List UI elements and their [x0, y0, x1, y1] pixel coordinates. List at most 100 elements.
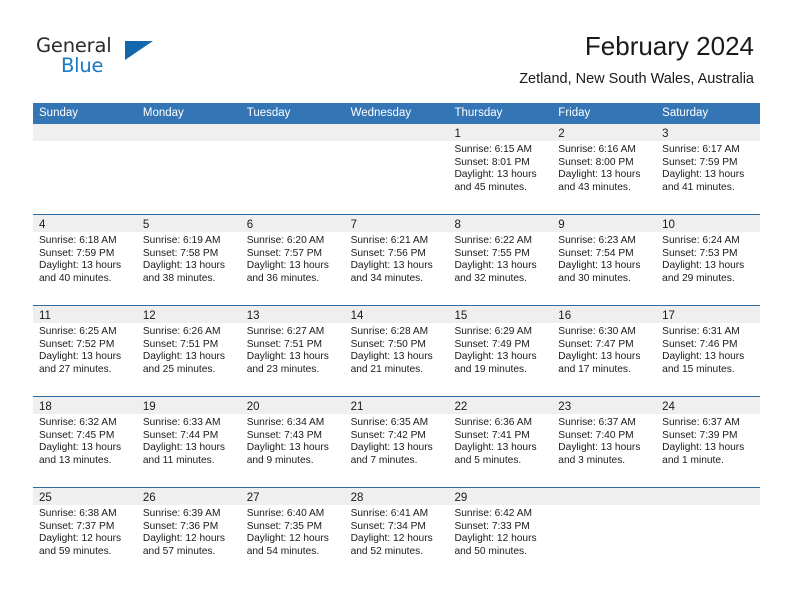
sunset-text: Sunset: 7:41 PM	[454, 429, 530, 441]
sunrise-text: Sunrise: 6:42 AM	[454, 508, 533, 519]
daylight-text-line2: and 50 minutes.	[454, 545, 527, 557]
day-cell[interactable]: 7 Sunrise: 6:21 AM Sunset: 7:56 PM Dayli…	[344, 215, 449, 305]
day-cell[interactable]: 24 Sunrise: 6:37 AM Sunset: 7:39 PM Dayl…	[656, 397, 761, 487]
daylight-text-line1: Daylight: 13 hours	[454, 351, 537, 363]
day-number-band: 27	[240, 488, 345, 505]
sunset-text: Sunset: 7:42 PM	[350, 429, 426, 441]
day-cell[interactable]: 27 Sunrise: 6:40 AM Sunset: 7:35 PM Dayl…	[240, 488, 345, 578]
day-cell[interactable]: 23 Sunrise: 6:37 AM Sunset: 7:40 PM Dayl…	[552, 397, 657, 487]
day-details: Sunrise: 6:39 AM Sunset: 7:36 PM Dayligh…	[137, 505, 241, 558]
weekday-header-sunday: Sunday	[39, 107, 79, 119]
day-details: Sunrise: 6:18 AM Sunset: 7:59 PM Dayligh…	[33, 232, 137, 285]
daylight-text-line2: and 23 minutes.	[246, 363, 320, 375]
day-number: 28	[350, 492, 364, 504]
sunrise-text: Sunrise: 6:30 AM	[558, 326, 636, 337]
sunset-text: Sunset: 7:47 PM	[558, 338, 634, 350]
day-number-band: 13	[240, 306, 345, 323]
day-number: 2	[558, 128, 565, 140]
day-cell[interactable]: 15 Sunrise: 6:29 AM Sunset: 7:49 PM Dayl…	[448, 306, 553, 396]
day-cell[interactable]: 12 Sunrise: 6:26 AM Sunset: 7:51 PM Dayl…	[136, 306, 241, 396]
day-cell[interactable]: 3 Sunrise: 6:17 AM Sunset: 7:59 PM Dayli…	[656, 124, 761, 214]
day-cell[interactable]: 9 Sunrise: 6:23 AM Sunset: 7:54 PM Dayli…	[552, 215, 657, 305]
day-cell[interactable]	[656, 488, 761, 578]
day-details: Sunrise: 6:20 AM Sunset: 7:57 PM Dayligh…	[241, 232, 345, 285]
daylight-text-line2: and 36 minutes.	[246, 272, 320, 284]
day-number-band: 7	[344, 215, 449, 232]
daylight-text-line1: Daylight: 13 hours	[142, 442, 225, 454]
daylight-text-line1: Daylight: 13 hours	[662, 351, 745, 363]
day-cell[interactable]: 13 Sunrise: 6:27 AM Sunset: 7:51 PM Dayl…	[240, 306, 345, 396]
sunset-text: Sunset: 7:33 PM	[454, 520, 530, 532]
day-number-band: 6	[240, 215, 345, 232]
sunset-text: Sunset: 7:46 PM	[662, 338, 738, 350]
day-number-band: 19	[136, 397, 241, 414]
day-cell[interactable]	[344, 124, 449, 214]
daylight-text-line1: Daylight: 13 hours	[558, 260, 641, 272]
day-cell[interactable]: 20 Sunrise: 6:34 AM Sunset: 7:43 PM Dayl…	[240, 397, 345, 487]
day-number-band: 28	[344, 488, 449, 505]
day-number-band: 25	[33, 488, 137, 505]
day-cell[interactable]: 26 Sunrise: 6:39 AM Sunset: 7:36 PM Dayl…	[136, 488, 241, 578]
sunset-text: Sunset: 7:59 PM	[662, 156, 738, 168]
sunset-text: Sunset: 7:40 PM	[558, 429, 634, 441]
day-details: Sunrise: 6:26 AM Sunset: 7:51 PM Dayligh…	[137, 323, 241, 376]
day-cell[interactable]: 21 Sunrise: 6:35 AM Sunset: 7:42 PM Dayl…	[344, 397, 449, 487]
day-cell[interactable]	[240, 124, 345, 214]
day-cell[interactable]: 1 Sunrise: 6:15 AM Sunset: 8:01 PM Dayli…	[448, 124, 553, 214]
day-number: 17	[662, 310, 675, 322]
sunset-text: Sunset: 7:58 PM	[142, 247, 219, 259]
day-cell[interactable]: 19 Sunrise: 6:33 AM Sunset: 7:44 PM Dayl…	[136, 397, 241, 487]
daylight-text-line1: Daylight: 12 hours	[350, 533, 433, 545]
sunset-text: Sunset: 7:43 PM	[246, 429, 323, 441]
day-cell[interactable]: 18 Sunrise: 6:32 AM Sunset: 7:45 PM Dayl…	[33, 397, 137, 487]
day-number-band: 17	[656, 306, 761, 323]
daylight-text-line1: Daylight: 13 hours	[246, 351, 329, 363]
daylight-text-line2: and 30 minutes.	[558, 272, 631, 284]
day-cell[interactable]	[552, 488, 657, 578]
day-number-band: 16	[552, 306, 657, 323]
day-cell[interactable]	[136, 124, 241, 214]
day-cell[interactable]	[33, 124, 137, 214]
day-cell[interactable]: 8 Sunrise: 6:22 AM Sunset: 7:55 PM Dayli…	[448, 215, 553, 305]
day-cell[interactable]: 6 Sunrise: 6:20 AM Sunset: 7:57 PM Dayli…	[240, 215, 345, 305]
sunrise-text: Sunrise: 6:35 AM	[350, 417, 429, 428]
day-number-band: 15	[448, 306, 553, 323]
day-cell[interactable]: 16 Sunrise: 6:30 AM Sunset: 7:47 PM Dayl…	[552, 306, 657, 396]
logo-text-general: General	[36, 34, 112, 57]
daylight-text-line2: and 27 minutes.	[39, 363, 112, 375]
day-number: 25	[39, 492, 52, 504]
daylight-text-line2: and 57 minutes.	[142, 545, 216, 557]
day-cell[interactable]: 2 Sunrise: 6:16 AM Sunset: 8:00 PM Dayli…	[552, 124, 657, 214]
day-details: Sunrise: 6:22 AM Sunset: 7:55 PM Dayligh…	[448, 232, 552, 285]
day-details: Sunrise: 6:37 AM Sunset: 7:39 PM Dayligh…	[656, 414, 760, 467]
sunrise-text: Sunrise: 6:31 AM	[662, 326, 740, 337]
sunset-text: Sunset: 8:01 PM	[454, 156, 530, 168]
daylight-text-line1: Daylight: 13 hours	[662, 260, 745, 272]
day-details: Sunrise: 6:35 AM Sunset: 7:42 PM Dayligh…	[345, 414, 449, 467]
day-cell[interactable]: 4 Sunrise: 6:18 AM Sunset: 7:59 PM Dayli…	[33, 215, 137, 305]
day-details: Sunrise: 6:40 AM Sunset: 7:35 PM Dayligh…	[241, 505, 345, 558]
day-number-band: 18	[33, 397, 137, 414]
day-cell[interactable]: 10 Sunrise: 6:24 AM Sunset: 7:53 PM Dayl…	[656, 215, 761, 305]
day-cell[interactable]: 25 Sunrise: 6:38 AM Sunset: 7:37 PM Dayl…	[33, 488, 137, 578]
day-number: 9	[558, 219, 565, 231]
day-cell[interactable]: 11 Sunrise: 6:25 AM Sunset: 7:52 PM Dayl…	[33, 306, 137, 396]
daylight-text-line1: Daylight: 12 hours	[454, 533, 537, 545]
weekday-header-saturday: Saturday	[662, 107, 709, 119]
sunrise-text: Sunrise: 6:15 AM	[454, 144, 533, 155]
day-details: Sunrise: 6:23 AM Sunset: 7:54 PM Dayligh…	[552, 232, 656, 285]
day-cell[interactable]: 28 Sunrise: 6:41 AM Sunset: 7:34 PM Dayl…	[344, 488, 449, 578]
day-number-band: 1	[448, 124, 553, 141]
day-number: 23	[558, 401, 572, 413]
general-blue-logo[interactable]: General Blue	[36, 36, 156, 82]
sunrise-text: Sunrise: 6:37 AM	[662, 417, 740, 428]
daylight-text-line2: and 34 minutes.	[350, 272, 424, 284]
day-cell[interactable]: 14 Sunrise: 6:28 AM Sunset: 7:50 PM Dayl…	[344, 306, 449, 396]
day-cell[interactable]: 29 Sunrise: 6:42 AM Sunset: 7:33 PM Dayl…	[448, 488, 553, 578]
day-cell[interactable]: 5 Sunrise: 6:19 AM Sunset: 7:58 PM Dayli…	[136, 215, 241, 305]
day-cell[interactable]: 22 Sunrise: 6:36 AM Sunset: 7:41 PM Dayl…	[448, 397, 553, 487]
sunrise-text: Sunrise: 6:41 AM	[350, 508, 429, 519]
day-number: 11	[39, 310, 51, 322]
day-cell[interactable]: 17 Sunrise: 6:31 AM Sunset: 7:46 PM Dayl…	[656, 306, 761, 396]
logo-text-blue: Blue	[61, 54, 104, 77]
